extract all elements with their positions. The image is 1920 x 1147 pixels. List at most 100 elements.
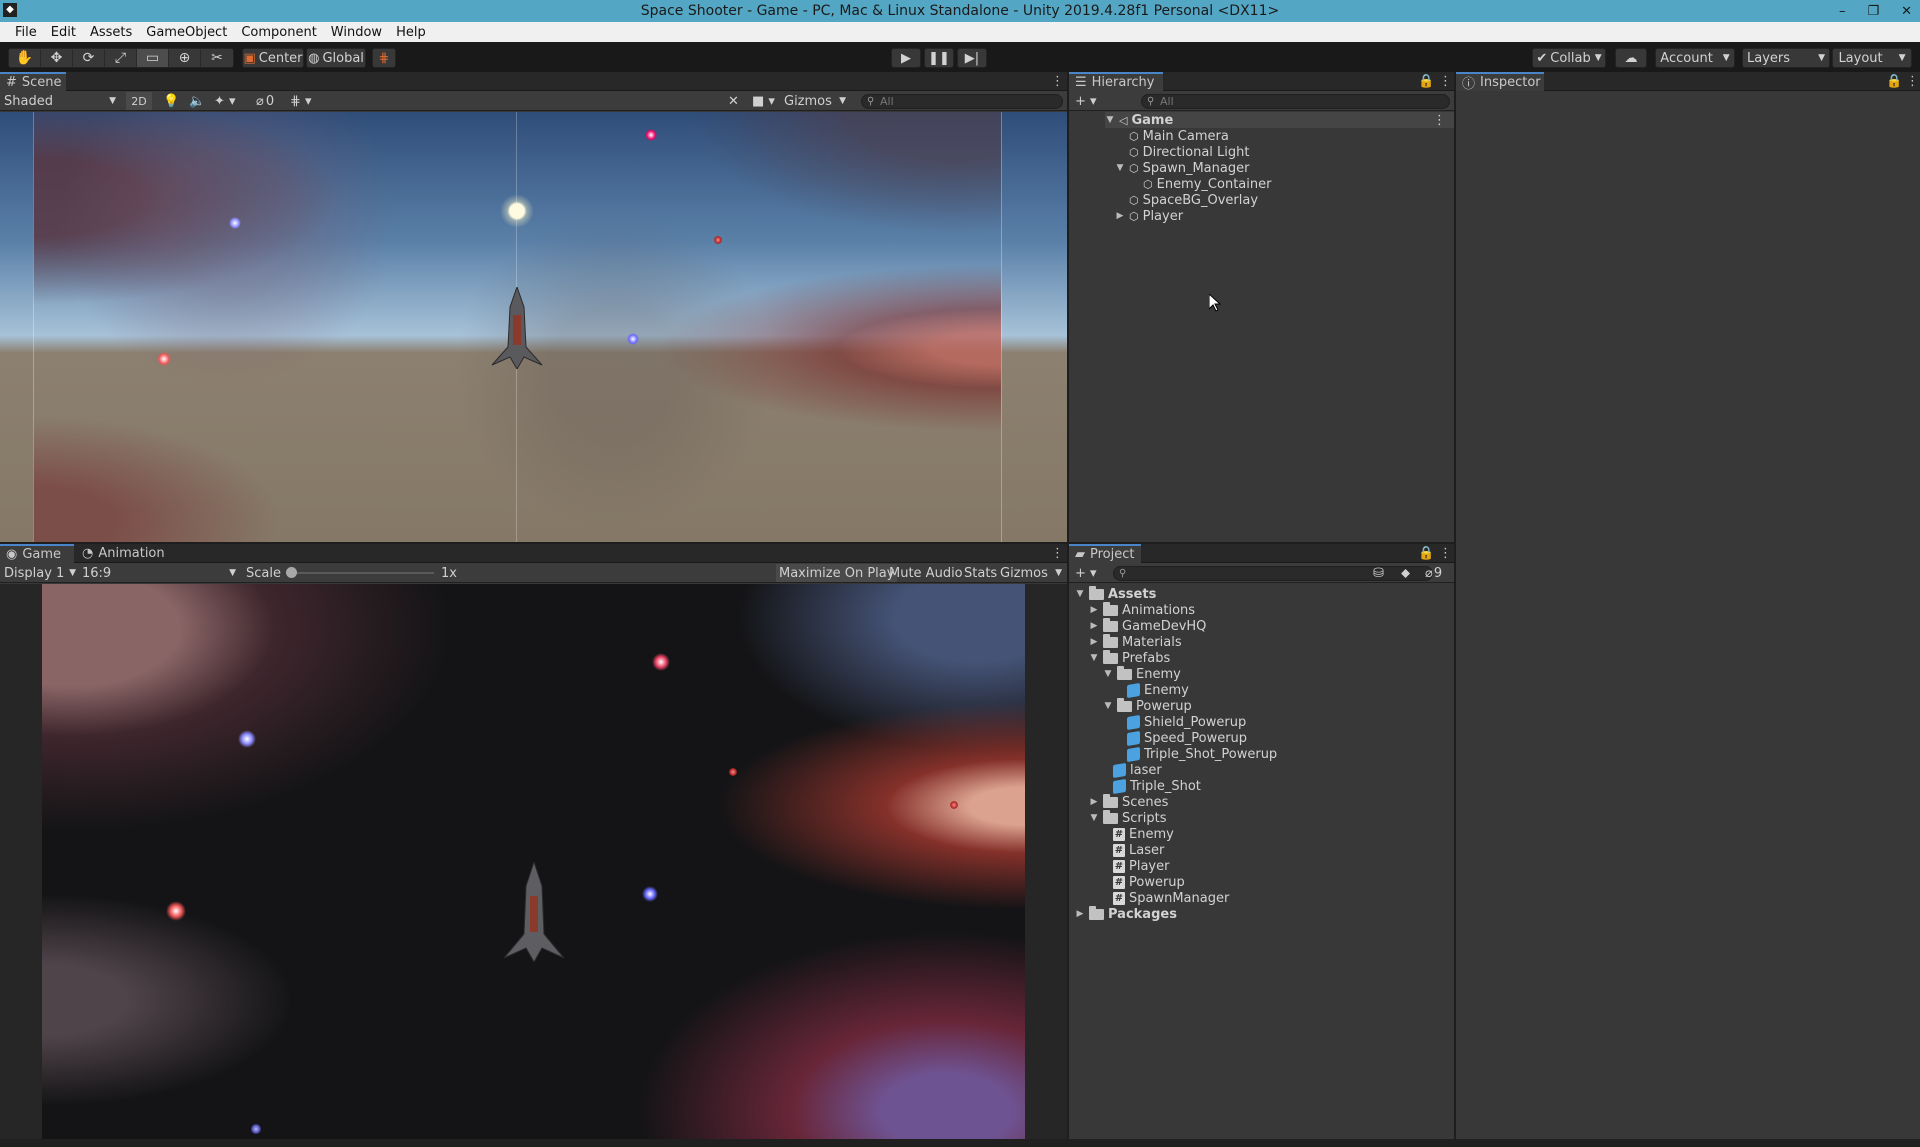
project-script[interactable]: # SpawnManager	[1113, 890, 1229, 906]
camera-dropdown[interactable]: ■ ▾	[752, 92, 775, 110]
project-folder[interactable]: ▼ Scripts	[1089, 809, 1166, 826]
scale-slider-thumb[interactable]	[286, 567, 297, 578]
project-prefab[interactable]: Triple_Shot_Powerup	[1127, 746, 1277, 762]
project-prefab[interactable]: Triple_Shot	[1113, 778, 1201, 794]
tab-hierarchy[interactable]: ☰ Hierarchy	[1069, 72, 1163, 91]
transform-tool-icon[interactable]: ⊕	[169, 49, 201, 67]
hierarchy-search-input[interactable]: ⚲ All	[1141, 94, 1450, 109]
project-prefab[interactable]: Enemy	[1127, 682, 1189, 698]
filter-by-label-button[interactable]: ⬥	[1401, 564, 1410, 582]
pivot-toggle[interactable]: ▣ Center	[242, 48, 304, 68]
shading-dropdown[interactable]: Shaded ▼	[4, 92, 118, 110]
close-button[interactable]: ✕	[1901, 4, 1912, 19]
more-options-icon[interactable]: ⋮	[1439, 546, 1452, 561]
effects-dropdown[interactable]: ✦ ▾	[214, 92, 236, 110]
project-script[interactable]: # Player	[1113, 858, 1169, 874]
rect-tool-icon[interactable]: ▭	[137, 49, 169, 67]
project-folder[interactable]: ▶ Scenes	[1089, 793, 1168, 810]
project-folder[interactable]: ▼ Enemy	[1103, 665, 1181, 682]
gizmos-dropdown[interactable]: Gizmos ▼	[1000, 564, 1064, 582]
more-options-icon[interactable]: ⋮	[1906, 74, 1919, 89]
menu-assets[interactable]: Assets	[83, 25, 139, 40]
project-folder[interactable]: ▼ Prefabs	[1089, 649, 1170, 666]
hierarchy-item[interactable]: ▼ ⬡ Spawn_Manager	[1115, 160, 1250, 176]
project-prefab[interactable]: Speed_Powerup	[1127, 730, 1247, 746]
project-script[interactable]: # Powerup	[1113, 874, 1185, 890]
project-script[interactable]: # Enemy	[1113, 826, 1174, 842]
tools-button[interactable]: ✕	[728, 92, 739, 110]
more-options-icon[interactable]: ⋮	[1433, 113, 1446, 128]
hidden-packages-toggle[interactable]: ⌀ 9	[1425, 564, 1442, 582]
gizmos-dropdown[interactable]: Gizmos ▼	[784, 92, 846, 110]
hierarchy-item[interactable]: ▶ ⬡ Player	[1115, 208, 1184, 224]
audio-toggle[interactable]: 🔈	[189, 92, 205, 110]
maximize-on-play-toggle[interactable]: Maximize On Play	[776, 564, 898, 582]
grid-toggle[interactable]: ⋕ ▾	[290, 92, 312, 110]
minimize-button[interactable]: –	[1839, 4, 1846, 19]
more-options-icon[interactable]: ⋮	[1439, 74, 1452, 89]
space-toggle[interactable]: ◍ Global	[306, 48, 366, 68]
collab-dropdown[interactable]: ✔ Collab ▼	[1532, 48, 1606, 68]
project-folder[interactable]: ▼ Powerup	[1103, 697, 1192, 714]
aspect-dropdown[interactable]: 16:9 ▼	[82, 564, 236, 582]
step-button[interactable]: ▶|	[957, 48, 987, 68]
tab-scene[interactable]: # Scene	[0, 72, 66, 91]
caret-right-icon[interactable]: ▶	[1089, 621, 1099, 631]
project-search-input[interactable]: ⚲	[1113, 566, 1433, 581]
project-folder[interactable]: ▼ Assets	[1075, 585, 1156, 602]
project-folder[interactable]: ▶ Materials	[1089, 633, 1182, 650]
restore-button[interactable]: ❐	[1867, 4, 1879, 19]
cloud-button[interactable]: ☁	[1615, 48, 1647, 68]
layout-dropdown[interactable]: Layout ▼	[1832, 48, 1912, 68]
hierarchy-item[interactable]: ⬡ SpaceBG_Overlay	[1129, 192, 1258, 208]
project-folder[interactable]: ▶ GameDevHQ	[1089, 617, 1206, 634]
lock-icon[interactable]: 🔒	[1418, 74, 1434, 89]
more-options-icon[interactable]: ⋮	[1051, 546, 1064, 561]
lock-icon[interactable]: 🔒	[1886, 74, 1902, 89]
caret-down-icon[interactable]: ▼	[1089, 813, 1099, 823]
filter-by-type-button[interactable]: ⛁	[1373, 564, 1384, 582]
hierarchy-item[interactable]: ⬡ Directional Light	[1129, 144, 1250, 160]
stats-toggle[interactable]: Stats	[961, 564, 1000, 582]
hierarchy-scene-root[interactable]: ▼ ◁ Game ⋮	[1105, 112, 1454, 128]
scene-search-input[interactable]: ⚲ All	[861, 94, 1063, 109]
player-ship[interactable]	[482, 285, 552, 370]
caret-down-icon[interactable]: ▼	[1115, 163, 1125, 173]
menu-help[interactable]: Help	[389, 25, 433, 40]
mute-audio-toggle[interactable]: Mute Audio	[886, 564, 966, 582]
menu-window[interactable]: Window	[324, 25, 389, 40]
grid-snap-button[interactable]: ⋕	[372, 48, 396, 68]
menu-edit[interactable]: Edit	[44, 25, 83, 40]
project-folder[interactable]: ▶ Packages	[1075, 905, 1177, 922]
project-script[interactable]: # Laser	[1113, 842, 1164, 858]
menu-component[interactable]: Component	[234, 25, 323, 40]
tab-animation[interactable]: ◔ Animation	[76, 544, 165, 563]
project-folder[interactable]: ▶ Animations	[1089, 601, 1195, 618]
menu-file[interactable]: File	[8, 25, 44, 40]
scene-viewport[interactable]	[0, 112, 1067, 542]
account-dropdown[interactable]: Account ▼	[1655, 48, 1735, 68]
tab-game[interactable]: ◉ Game	[0, 544, 74, 563]
caret-down-icon[interactable]: ▼	[1103, 701, 1113, 711]
caret-down-icon[interactable]: ▼	[1089, 653, 1099, 663]
lighting-toggle[interactable]: 💡	[163, 92, 179, 110]
sun-light-icon[interactable]	[500, 194, 534, 228]
caret-right-icon[interactable]: ▶	[1075, 909, 1085, 919]
caret-down-icon[interactable]: ▼	[1103, 669, 1113, 679]
create-dropdown[interactable]: + ▾	[1075, 92, 1097, 110]
tab-project[interactable]: ▰ Project	[1069, 544, 1141, 563]
caret-right-icon[interactable]: ▶	[1115, 211, 1125, 221]
more-options-icon[interactable]: ⋮	[1051, 74, 1064, 89]
project-prefab[interactable]: laser	[1113, 762, 1162, 778]
rotate-tool-icon[interactable]: ⟳	[73, 49, 105, 67]
caret-right-icon[interactable]: ▶	[1089, 797, 1099, 807]
hierarchy-item[interactable]: ⬡ Main Camera	[1129, 128, 1229, 144]
play-button[interactable]: ▶	[891, 48, 921, 68]
tab-inspector[interactable]: ⓘ Inspector	[1456, 72, 1544, 92]
lock-icon[interactable]: 🔒	[1418, 546, 1434, 561]
scale-tool-icon[interactable]: ⤢	[105, 49, 137, 67]
caret-right-icon[interactable]: ▶	[1089, 605, 1099, 615]
layers-dropdown[interactable]: Layers ▼	[1742, 48, 1830, 68]
game-viewport[interactable]	[42, 584, 1025, 1139]
hand-tool-icon[interactable]: ✋	[9, 49, 41, 67]
